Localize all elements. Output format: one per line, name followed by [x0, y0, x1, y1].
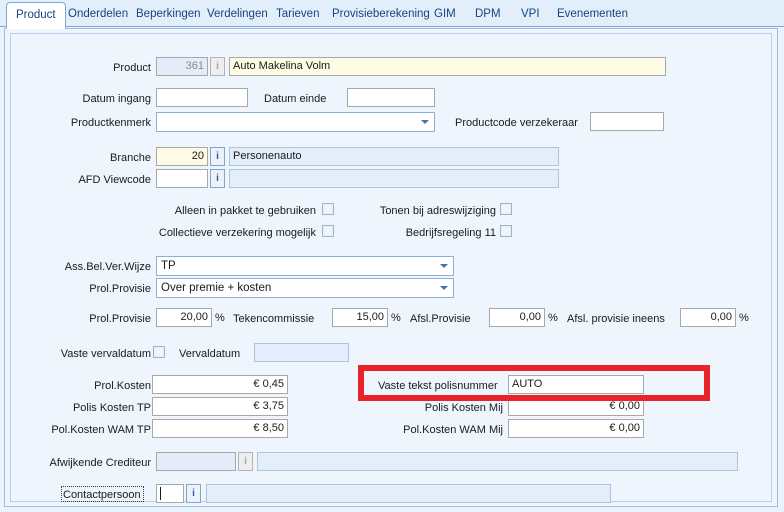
tekencommissie-field[interactable]: 15,00 — [332, 308, 388, 327]
datum-einde-field[interactable] — [347, 88, 435, 107]
prol-provisie-pct-unit: % — [215, 312, 225, 324]
prol-provisie-combo-label: Prol.Provisie — [89, 283, 151, 295]
productkenmerk-label: Productkenmerk — [70, 117, 151, 129]
ass-bel-ver-wijze-label: Ass.Bel.Ver.Wijze — [64, 261, 151, 273]
pol-kosten-wam-mij-field[interactable]: € 0,00 — [508, 419, 644, 438]
chevron-down-icon — [440, 286, 448, 290]
vervaldatum-field[interactable] — [254, 343, 349, 362]
contactpersoon-description-field — [206, 484, 611, 503]
datum-ingang-field[interactable] — [156, 88, 248, 107]
afwijkende-crediteur-code-field[interactable] — [156, 452, 236, 471]
afwijkende-crediteur-description-field — [257, 452, 738, 471]
prol-provisie-pct-label: Prol.Provisie — [89, 313, 151, 325]
tab-vpi[interactable]: VPI — [512, 3, 549, 27]
product-info-icon[interactable]: i — [210, 57, 225, 76]
tekencommissie-unit: % — [391, 312, 401, 324]
product-form-window: Product Onderdelen Beperkingen Verdeling… — [0, 0, 784, 512]
prol-provisie-combo-value: Over premie + kosten — [161, 282, 272, 294]
branche-label: Branche — [110, 152, 151, 164]
vaste-vervaldatum-label: Vaste vervaldatum — [60, 348, 151, 360]
tab-onderdelen[interactable]: Onderdelen — [59, 3, 137, 27]
vervaldatum-label: Vervaldatum — [179, 348, 241, 360]
polis-kosten-tp-field[interactable]: € 3,75 — [152, 397, 288, 416]
vaste-tekst-polisnummer-label: Vaste tekst polisnummer — [378, 380, 498, 392]
ass-bel-ver-wijze-combobox[interactable]: TP — [156, 256, 454, 276]
branche-description-field: Personenauto — [229, 147, 559, 166]
prol-provisie-pct-field[interactable]: 20,00 — [156, 308, 212, 327]
afd-viewcode-description-field — [229, 169, 559, 188]
afd-viewcode-label: AFD Viewcode — [78, 174, 151, 186]
tab-strip: Product Onderdelen Beperkingen Verdeling… — [0, 0, 784, 29]
polis-kosten-tp-label: Polis Kosten TP — [72, 402, 151, 414]
product-code-field[interactable]: 361 — [156, 57, 208, 76]
tab-gim[interactable]: GIM — [425, 3, 465, 27]
pol-kosten-wam-tp-field[interactable]: € 8,50 — [152, 419, 288, 438]
afd-viewcode-info-icon[interactable]: i — [210, 169, 225, 188]
prol-kosten-field[interactable]: € 0,45 — [152, 375, 288, 394]
checkbox-label-bedrijfsregeling-11: Bedrijfsregeling 11 — [405, 227, 496, 239]
chevron-down-icon — [421, 120, 429, 124]
datum-ingang-label: Datum ingang — [82, 93, 152, 105]
branche-info-icon[interactable]: i — [210, 147, 225, 166]
afwijkende-crediteur-label: Afwijkende Crediteur — [49, 457, 152, 469]
afsl-provisie-field[interactable]: 0,00 — [489, 308, 545, 327]
product-label: Product — [113, 62, 151, 74]
productcode-verzekeraar-label: Productcode verzekeraar — [455, 117, 578, 129]
vaste-tekst-polisnummer-field[interactable]: AUTO — [508, 375, 644, 394]
chevron-down-icon — [440, 264, 448, 268]
tab-tarieven[interactable]: Tarieven — [267, 3, 328, 27]
afsl-provisie-label: Afsl.Provisie — [410, 313, 471, 325]
tekencommissie-label: Tekencommissie — [233, 313, 315, 325]
form-panel-inner: Product 361 i Auto Makelina Volm Datum i… — [10, 33, 772, 503]
afd-viewcode-code-field[interactable] — [156, 169, 208, 188]
afsl-provisie-unit: % — [548, 312, 558, 324]
afsl-provisie-ineens-label: Afsl. provisie ineens — [567, 313, 665, 325]
tab-dpm[interactable]: DPM — [466, 3, 510, 27]
ass-bel-ver-wijze-value: TP — [161, 260, 176, 272]
product-name-field[interactable]: Auto Makelina Volm — [229, 57, 666, 76]
checkbox-label-alleen-in-pakket: Alleen in pakket te gebruiken — [174, 205, 316, 217]
productkenmerk-combobox[interactable] — [156, 112, 435, 132]
contactpersoon-label: Contactpersoon — [63, 489, 141, 501]
checkbox-label-tonen-bij-adreswijziging: Tonen bij adreswijziging — [379, 205, 496, 217]
afsl-provisie-ineens-unit: % — [739, 312, 749, 324]
productcode-verzekeraar-field[interactable] — [590, 112, 664, 131]
branche-code-field[interactable]: 20 — [156, 147, 208, 166]
tab-product[interactable]: Product — [6, 2, 66, 29]
afwijkende-crediteur-info-icon[interactable]: i — [238, 452, 253, 471]
checkbox-alleen-in-pakket[interactable] — [322, 203, 334, 215]
polis-kosten-mij-field[interactable]: € 0,00 — [508, 397, 644, 416]
checkbox-collectieve-verzekering[interactable] — [322, 225, 334, 237]
afsl-provisie-ineens-field[interactable]: 0,00 — [680, 308, 736, 327]
pol-kosten-wam-mij-label: Pol.Kosten WAM Mij — [403, 424, 503, 436]
form-panel-outer: Product 361 i Auto Makelina Volm Datum i… — [4, 28, 778, 507]
checkbox-tonen-bij-adreswijziging[interactable] — [500, 203, 512, 215]
pol-kosten-wam-tp-label: Pol.Kosten WAM TP — [51, 424, 151, 436]
datum-einde-label: Datum einde — [264, 93, 327, 105]
checkbox-bedrijfsregeling-11[interactable] — [500, 225, 512, 237]
checkbox-vaste-vervaldatum[interactable] — [153, 346, 165, 358]
contactpersoon-info-icon[interactable]: i — [186, 484, 201, 503]
text-cursor — [160, 487, 161, 500]
checkbox-label-collectieve-verzekering: Collectieve verzekering mogelijk — [158, 227, 316, 239]
prol-provisie-combobox[interactable]: Over premie + kosten — [156, 278, 454, 298]
tab-verdelingen[interactable]: Verdelingen — [198, 3, 277, 27]
prol-kosten-label: Prol.Kosten — [94, 380, 151, 392]
tab-evenementen[interactable]: Evenementen — [548, 3, 637, 27]
polis-kosten-mij-label: Polis Kosten Mij — [424, 402, 503, 414]
tab-provisieberekening[interactable]: Provisieberekening — [323, 3, 439, 27]
